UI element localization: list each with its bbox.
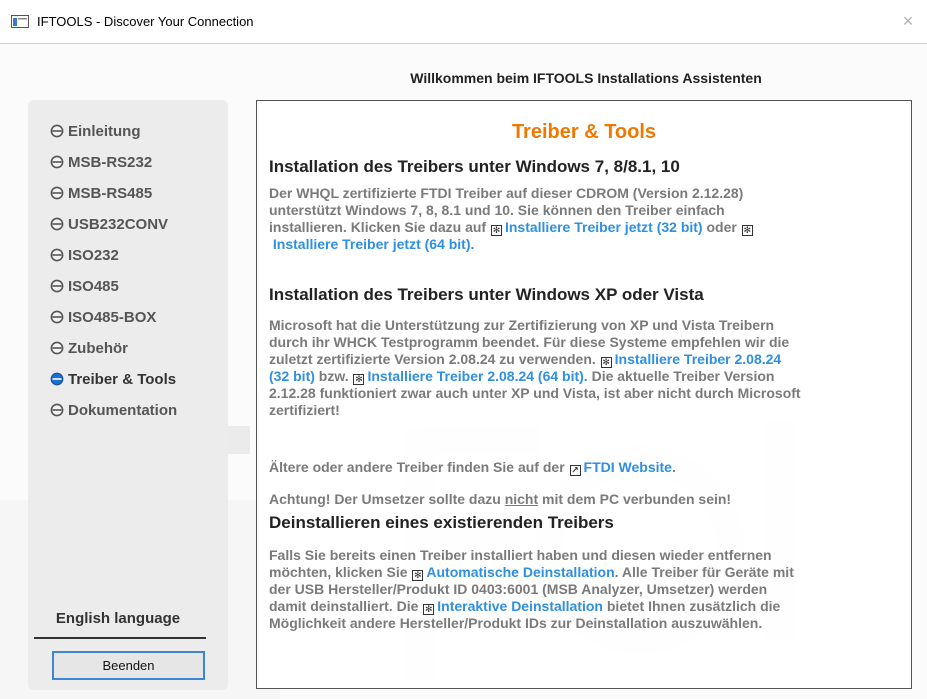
radio-empty-icon <box>50 248 64 262</box>
sidebar-item-label: MSB-RS232 <box>68 153 153 171</box>
text-span-underlined: nicht <box>504 491 539 507</box>
radio-empty-icon <box>50 217 64 231</box>
sidebar-item-label: USB232CONV <box>68 215 169 233</box>
ftdi-website-link[interactable]: FTDI Website <box>584 459 672 475</box>
sidebar-item-label: ISO232 <box>68 246 119 264</box>
sidebar-item-label: ISO485-BOX <box>68 308 157 326</box>
sidebar-item-iso485-box[interactable]: ISO485-BOX <box>50 305 156 329</box>
text-line: (32 bit) bzw. ✻ Installiere Treiber 2.08.… <box>269 368 903 385</box>
text-span: bietet Ihnen zusätzlich die <box>602 598 781 614</box>
text-line: unterstützt Windows 7, 8, 8.1 und 10. Si… <box>269 202 725 218</box>
text-span: bzw. <box>314 368 349 384</box>
link-icon: ✻ <box>741 225 753 236</box>
section-heading-xp: Installation des Treibers unter Windows … <box>269 285 704 304</box>
text-span: Die aktuelle Treiber Version <box>587 368 775 384</box>
text-span: damit deinstalliert. Die <box>269 598 419 614</box>
radio-empty-icon <box>50 310 64 324</box>
text-line: der USB Hersteller/Produkt ID 0403:6001 … <box>269 581 768 597</box>
radio-empty-icon <box>50 403 64 417</box>
english-language-link[interactable]: English language <box>34 610 202 627</box>
text-span: installieren. Klicken Sie dazu auf <box>269 219 487 235</box>
radio-selected-icon <box>50 372 64 386</box>
sidebar-item-label: MSB-RS485 <box>68 184 153 202</box>
text-line: 2.12.28 funktioniert zwar auch unter XP … <box>269 385 801 401</box>
radio-empty-icon <box>50 279 64 293</box>
text-span: . Alle Treiber für Geräte mit <box>614 564 794 580</box>
link-icon: ✻ <box>490 225 502 236</box>
radio-empty-icon <box>50 155 64 169</box>
sidebar-item-einleitung[interactable]: Einleitung <box>50 119 141 143</box>
sidebar-item-msb-rs485[interactable]: MSB-RS485 <box>50 181 152 205</box>
sidebar-item-label: Zubehör <box>68 339 128 357</box>
text-span: Ältere oder andere Treiber finden Sie au… <box>269 459 565 475</box>
text-span: mit dem PC verbunden sein! <box>538 491 732 507</box>
app-icon <box>11 15 29 28</box>
section-heading-uninstall: Deinstallieren eines existierenden Treib… <box>269 513 614 532</box>
radio-empty-icon <box>50 186 64 200</box>
section-text-win7: Der WHQL zertifizierte FTDI Treiber auf … <box>269 185 903 253</box>
sidebar-item-msb-rs232[interactable]: MSB-RS232 <box>50 150 152 174</box>
page-header: Willkommen beim IFTOOLS Installations As… <box>410 70 762 86</box>
text-span: . <box>671 459 676 475</box>
text-span: zuletzt zertifizierte Version 2.08.24 zu… <box>269 351 596 367</box>
sidebar-item-label: Dokumentation <box>68 401 178 419</box>
text-span: Achtung! Der Umsetzer sollte dazu <box>269 491 505 507</box>
text-line: zertifiziert! <box>269 402 340 418</box>
sidebar-item-usb232conv[interactable]: USB232CONV <box>50 212 168 236</box>
text-line: möchten, klicken Sie ✻ Automatische Deins… <box>269 564 903 581</box>
text-line: Der WHQL zertifizierte FTDI Treiber auf … <box>269 185 744 201</box>
interactive-uninstall-link[interactable]: Interaktive Deinstallation <box>437 598 603 614</box>
divider <box>34 637 206 639</box>
sidebar-item-dokumentation[interactable]: Dokumentation <box>50 398 177 422</box>
text-line: Falls Sie bereits einen Treiber installi… <box>269 547 772 563</box>
link-icon: ✻ <box>600 357 612 368</box>
text-span: möchten, klicken Sie <box>269 564 408 580</box>
sidebar-item-treiber-tools[interactable]: Treiber & Tools <box>50 367 176 391</box>
sidebar-item-iso232[interactable]: ISO232 <box>50 243 119 267</box>
window-title: IFTOOLS - Discover Your Connection <box>37 14 254 29</box>
sidebar-item-iso485[interactable]: ISO485 <box>50 274 119 298</box>
text-line: Microsoft hat die Unterstützung zur Zert… <box>269 317 775 333</box>
sidebar-item-label: ISO485 <box>68 277 119 295</box>
install-driver-2-08-24-32bit-link[interactable]: Installiere Treiber 2.08.24 <box>615 351 782 367</box>
content-panel: Treiber & Tools Installation des Treiber… <box>256 100 912 689</box>
link-icon: ✻ <box>423 604 435 615</box>
install-driver-32bit-link[interactable]: Installiere Treiber jetzt (32 bit) <box>505 219 703 235</box>
text-line: zuletzt zertifizierte Version 2.08.24 zu… <box>269 351 903 368</box>
install-driver-64bit-link[interactable]: Installiere Treiber jetzt (64 bit). <box>273 236 475 252</box>
install-driver-2-08-24-64bit-link[interactable]: Installiere Treiber 2.08.24 (64 bit). <box>367 368 587 384</box>
section-text-xp: Microsoft hat die Unterstützung zur Zert… <box>269 317 903 419</box>
sidebar-item-zubehoer[interactable]: Zubehör <box>50 336 128 360</box>
text-span: oder <box>702 219 737 235</box>
text-line: Möglichkeit andere Hersteller/Produkt ID… <box>269 615 763 631</box>
radio-empty-icon <box>50 124 64 138</box>
quit-button[interactable]: Beenden <box>52 651 205 680</box>
link-icon: ✻ <box>412 570 424 581</box>
text-line: damit deinstalliert. Die ✻ Interaktive De… <box>269 598 903 615</box>
older-drivers-line: Ältere oder andere Treiber finden Sie au… <box>269 459 903 476</box>
sidebar-item-label: Treiber & Tools <box>68 370 177 388</box>
install-driver-2-08-24-32bit-link-cont[interactable]: (32 bit) <box>269 368 315 384</box>
text-line: installieren. Klicken Sie dazu auf ✻ Inst… <box>269 219 903 236</box>
sidebar: Einleitung MSB-RS232 MSB-RS485 USB232CON… <box>28 100 228 690</box>
section-text-uninstall: Falls Sie bereits einen Treiber installi… <box>269 547 903 632</box>
close-icon[interactable]: × <box>899 12 917 30</box>
sidebar-item-label: Einleitung <box>68 122 141 140</box>
auto-uninstall-link[interactable]: Automatische Deinstallation <box>426 564 614 580</box>
text-line: durch ihr WHCK Testprogramm beendet. Für… <box>269 334 790 350</box>
text-line: Installiere Treiber jetzt (64 bit). <box>269 236 903 253</box>
warning-line: Achtung! Der Umsetzer sollte dazu nicht … <box>269 491 903 508</box>
installer-window: IFTOOLS - Discover Your Connection × Wil… <box>0 0 927 699</box>
external-link-icon: ↗ <box>569 465 581 476</box>
radio-empty-icon <box>50 341 64 355</box>
content-title: Treiber & Tools <box>511 121 657 143</box>
link-icon: ✻ <box>353 374 365 385</box>
section-heading-win7: Installation des Treibers unter Windows … <box>269 157 680 176</box>
title-bar: IFTOOLS - Discover Your Connection × <box>0 0 927 44</box>
